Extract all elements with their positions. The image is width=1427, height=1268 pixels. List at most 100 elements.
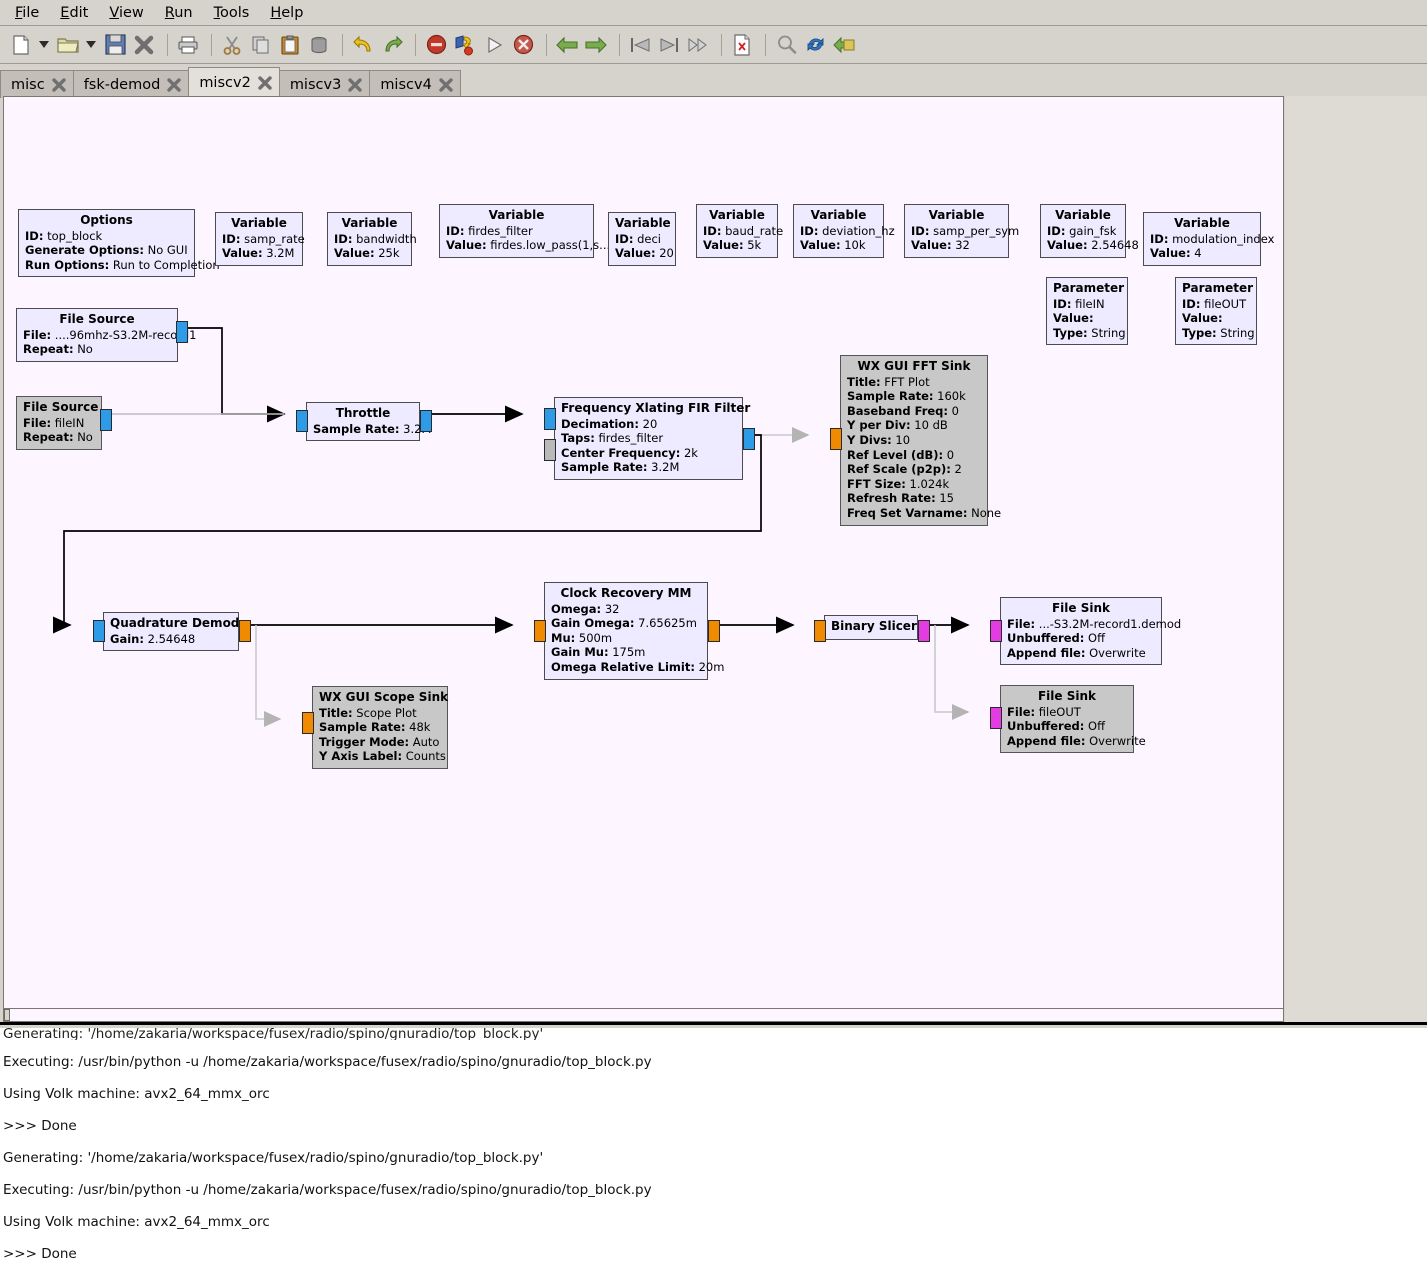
- variable-deci-block[interactable]: Variable ID: deci Value: 20: [608, 212, 676, 266]
- port-in[interactable]: [296, 410, 308, 432]
- errors-icon[interactable]: [729, 32, 755, 58]
- param-key: Sample Rate:: [847, 389, 934, 404]
- flowgraph-canvas[interactable]: Options ID: top_block Generate Options: No…: [3, 96, 1284, 1016]
- throttle-block[interactable]: Throttle Sample Rate: 3.2M: [306, 402, 431, 442]
- align-left-icon[interactable]: [627, 32, 653, 58]
- tab-close-icon[interactable]: [51, 77, 66, 92]
- port-in[interactable]: [544, 439, 556, 461]
- port-out[interactable]: [918, 620, 930, 642]
- menu-item-view[interactable]: View: [100, 3, 155, 23]
- open-dropdown-icon[interactable]: [84, 41, 98, 48]
- port-out[interactable]: [176, 321, 188, 343]
- tab-miscv2[interactable]: miscv2: [188, 67, 280, 98]
- quadrature-demod-block[interactable]: Quadrature Demod Gain: 2.54648: [103, 612, 239, 652]
- block-param: Y per Div: 10 dB: [847, 418, 981, 433]
- variable-firdes-filter-block[interactable]: Variable ID: firdes_filter Value: firdes.l…: [439, 204, 610, 258]
- port-out[interactable]: [420, 410, 432, 432]
- menu-item-help[interactable]: Help: [261, 3, 315, 23]
- console-output[interactable]: Generating: '/home/zakaria/workspace/fus…: [0, 1028, 1427, 1268]
- rotate-right-icon[interactable]: [583, 32, 609, 58]
- enable-icon[interactable]: [452, 32, 478, 58]
- port-in[interactable]: [302, 712, 314, 734]
- generate-icon[interactable]: [831, 32, 857, 58]
- open-folder-icon[interactable]: [55, 32, 81, 58]
- scrollbar-thumb[interactable]: [4, 1009, 10, 1021]
- options-block[interactable]: Options ID: top_block Generate Options: No…: [18, 209, 220, 278]
- frequency-xlating-fir-filter-block[interactable]: Frequency Xlating FIR Filter Decimation: …: [554, 397, 750, 480]
- tab-miscv4[interactable]: miscv4: [369, 70, 461, 98]
- paste-icon[interactable]: [277, 32, 303, 58]
- block-title: Binary Slicer: [831, 619, 917, 633]
- disable-icon[interactable]: [423, 32, 449, 58]
- parameter-filein-block[interactable]: Parameter ID: fileIN Value: Type: String: [1046, 277, 1128, 346]
- port-in[interactable]: [990, 707, 1002, 729]
- redo-icon[interactable]: [379, 32, 405, 58]
- rotate-left-icon[interactable]: [554, 32, 580, 58]
- menu-item-file[interactable]: File: [6, 3, 51, 23]
- menu-item-run[interactable]: Run: [156, 3, 205, 23]
- toolbar: [0, 26, 1427, 64]
- port-in[interactable]: [814, 620, 826, 642]
- save-icon[interactable]: [102, 32, 128, 58]
- reload-icon[interactable]: [802, 32, 828, 58]
- align-more-icon[interactable]: [685, 32, 711, 58]
- toolbar-separator: [765, 33, 766, 56]
- file-sink-demod-block[interactable]: File Sink File: ...-S3.2M-record1.demod Un…: [1000, 597, 1181, 666]
- variable-modulation-index-block[interactable]: Variable ID: modulation_index Value: 4: [1143, 212, 1274, 266]
- tab-misc[interactable]: misc: [0, 70, 74, 98]
- param-key: Sample Rate:: [313, 421, 400, 436]
- port-out[interactable]: [708, 620, 720, 642]
- block-title: Throttle: [335, 406, 391, 420]
- kill-icon[interactable]: [510, 32, 536, 58]
- align-right-icon[interactable]: [656, 32, 682, 58]
- port-out[interactable]: [100, 409, 112, 431]
- menu-item-tools[interactable]: Tools: [205, 3, 262, 23]
- param-key: Append file:: [1007, 645, 1086, 660]
- param-key: File:: [1007, 704, 1036, 719]
- variable-gain-fsk-block[interactable]: Variable ID: gain_fsk Value: 2.54648: [1040, 204, 1139, 258]
- block-title: Variable: [615, 216, 671, 230]
- tab-close-icon[interactable]: [439, 77, 453, 92]
- port-in[interactable]: [544, 408, 556, 430]
- port-in[interactable]: [93, 620, 105, 642]
- tab-close-icon[interactable]: [258, 76, 272, 90]
- tab-fsk-demod[interactable]: fsk-demod: [72, 70, 190, 98]
- clock-recovery-mm-block[interactable]: Clock Recovery MM Omega: 32 Gain Omega: 7.…: [544, 582, 724, 680]
- cut-icon[interactable]: [219, 32, 245, 58]
- close-icon[interactable]: [131, 32, 157, 58]
- binary-slicer-block[interactable]: Binary Slicer: [824, 615, 918, 640]
- variable-samp-per-sym-block[interactable]: Variable ID: samp_per_sym Value: 32: [904, 204, 1019, 258]
- param-key: Value:: [1150, 246, 1191, 261]
- port-in[interactable]: [830, 428, 842, 450]
- block-param: Type: String: [1053, 326, 1126, 341]
- port-out[interactable]: [239, 620, 251, 642]
- tab-close-icon[interactable]: [167, 77, 182, 92]
- menu-item-edit[interactable]: Edit: [51, 3, 100, 23]
- block-param: ID: gain_fsk: [1047, 224, 1119, 239]
- wx-gui-fft-sink-block[interactable]: WX GUI FFT Sink Title: FFT Plot Sample Rat…: [840, 355, 1001, 526]
- block-param: Value: 4: [1150, 246, 1254, 261]
- new-file-dropdown-icon[interactable]: [37, 41, 51, 48]
- file-source-filein-block[interactable]: File Source File: fileIN Repeat: No: [16, 396, 102, 450]
- parameter-fileout-block[interactable]: Parameter ID: fileOUT Value: Type: String: [1175, 277, 1257, 346]
- port-in[interactable]: [990, 620, 1002, 642]
- execute-icon[interactable]: [481, 32, 507, 58]
- file-sink-fileout-block[interactable]: File Sink File: fileOUT Unbuffered: Off App…: [1000, 685, 1146, 754]
- file-source-record1-block[interactable]: File Source File: ....96mhz-S3.2M-record1…: [16, 308, 196, 362]
- port-out[interactable]: [743, 428, 755, 450]
- undo-icon[interactable]: [350, 32, 376, 58]
- tab-miscv3[interactable]: miscv3: [278, 70, 371, 98]
- variable-deviation-hz-block[interactable]: Variable ID: deviation_hz Value: 10k: [793, 204, 895, 258]
- find-icon[interactable]: [773, 32, 799, 58]
- wx-gui-scope-sink-block[interactable]: WX GUI Scope Sink Title: Scope Plot Sample…: [312, 686, 448, 769]
- variable-bandwidth-block[interactable]: Variable ID: bandwidth Value: 25k: [327, 212, 417, 266]
- canvas-horizontal-scrollbar[interactable]: [3, 1008, 1284, 1022]
- print-icon[interactable]: [175, 32, 201, 58]
- new-file-icon[interactable]: [8, 32, 34, 58]
- variable-baud-rate-block[interactable]: Variable ID: baud_rate Value: 5k: [696, 204, 783, 258]
- tab-close-icon[interactable]: [348, 77, 363, 92]
- copy-icon[interactable]: [248, 32, 274, 58]
- delete-icon[interactable]: [306, 32, 332, 58]
- variable-samp-rate-block[interactable]: Variable ID: samp_rate Value: 3.2M: [215, 212, 305, 266]
- port-in[interactable]: [534, 620, 546, 642]
